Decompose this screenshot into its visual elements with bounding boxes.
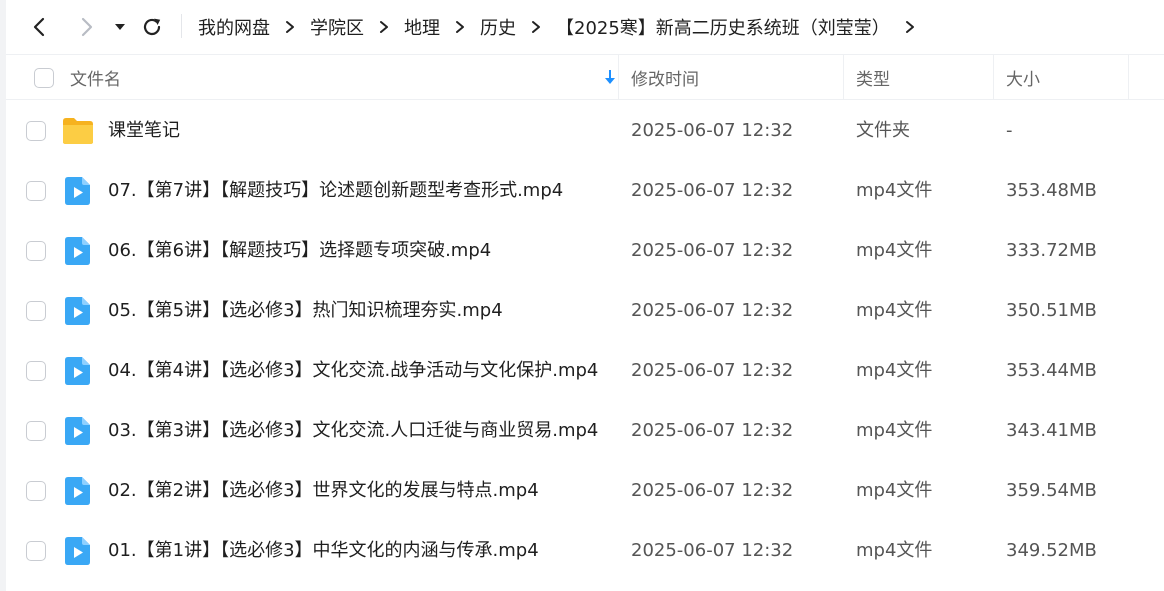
file-modified-time: 2025-06-07 12:32 (631, 240, 794, 261)
file-name[interactable]: 01.【第1讲】【选必修3】中华文化的内涵与传承.mp4 (108, 521, 539, 581)
file-name[interactable]: 06.【第6讲】【解题技巧】选择题专项突破.mp4 (108, 221, 491, 281)
select-all-checkbox[interactable] (34, 67, 54, 88)
breadcrumb-item-root[interactable]: 我的网盘 (198, 14, 270, 40)
file-name[interactable]: 05.【第5讲】【选必修3】热门知识梳理夯实.mp4 (108, 281, 503, 341)
file-modified-time: 2025-06-07 12:32 (631, 180, 794, 201)
row-checkbox[interactable] (26, 481, 46, 501)
row-checkbox[interactable] (26, 181, 46, 201)
chevron-right-icon (905, 21, 914, 33)
breadcrumb-item-geography[interactable]: 地理 (404, 14, 440, 40)
file-modified-time: 2025-06-07 12:32 (631, 120, 794, 141)
file-modified-time: 2025-06-07 12:32 (631, 360, 794, 381)
column-divider (618, 55, 619, 100)
file-name[interactable]: 02.【第2讲】【选必修3】世界文化的发展与特点.mp4 (108, 461, 539, 521)
file-size: 353.48MB (1006, 180, 1097, 201)
file-size: 359.54MB (1006, 480, 1097, 501)
breadcrumb-item-history[interactable]: 历史 (480, 14, 516, 40)
column-divider (843, 55, 844, 100)
breadcrumb-item-course[interactable]: 【2025寒】新高二历史系统班（刘莹莹） (556, 14, 890, 40)
file-modified-time: 2025-06-07 12:32 (631, 300, 794, 321)
video-file-icon (62, 357, 94, 385)
file-size: 353.44MB (1006, 360, 1097, 381)
table-row[interactable]: 06.【第6讲】【解题技巧】选择题专项突破.mp4 2025-06-07 12:… (6, 221, 1164, 281)
table-row[interactable]: 03.【第3讲】【选必修3】文化交流.人口迁徙与商业贸易.mp4 2025-06… (6, 401, 1164, 461)
file-type: mp4文件 (856, 180, 933, 201)
row-checkbox[interactable] (26, 361, 46, 381)
video-file-icon (62, 537, 94, 565)
file-size: 350.51MB (1006, 300, 1097, 321)
file-modified-time: 2025-06-07 12:32 (631, 540, 794, 561)
file-modified-time: 2025-06-07 12:32 (631, 420, 794, 441)
file-name[interactable]: 07.【第7讲】【解题技巧】论述题创新题型考查形式.mp4 (108, 161, 563, 221)
column-header-name[interactable]: 文件名 (70, 55, 618, 100)
chevron-right-icon (81, 17, 93, 37)
table-row[interactable]: 07.【第7讲】【解题技巧】论述题创新题型考查形式.mp4 2025-06-07… (6, 161, 1164, 221)
video-file-icon (62, 417, 94, 445)
table-row[interactable]: 课堂笔记 2025-06-07 12:32 文件夹 - (6, 101, 1164, 161)
file-type: mp4文件 (856, 360, 933, 381)
breadcrumb-more-button[interactable] (904, 20, 916, 34)
history-dropdown-button[interactable] (106, 11, 134, 43)
video-file-icon (62, 477, 94, 505)
chevron-right-icon (378, 20, 390, 34)
chevron-left-icon (33, 17, 45, 37)
file-size: 349.52MB (1006, 540, 1097, 561)
file-size: 333.72MB (1006, 240, 1097, 261)
folder-icon (62, 117, 94, 145)
video-file-icon (62, 237, 94, 265)
arrow-down-icon (604, 69, 616, 90)
navigation-bar: 我的网盘 学院区 地理 历史 【2025寒】新高二历史系统班（刘莹莹） (6, 0, 1164, 54)
file-type: mp4文件 (856, 480, 933, 501)
caret-down-icon (115, 24, 125, 30)
forward-button[interactable] (70, 11, 102, 43)
column-header-type[interactable]: 类型 (856, 55, 890, 100)
chevron-right-icon (284, 20, 296, 34)
file-name[interactable]: 课堂笔记 (108, 101, 180, 161)
file-type: mp4文件 (856, 420, 933, 441)
table-row[interactable]: 01.【第1讲】【选必修3】中华文化的内涵与传承.mp4 2025-06-07 … (6, 521, 1164, 581)
column-divider (1128, 55, 1129, 100)
column-header-modified-label: 修改时间 (631, 70, 699, 90)
row-checkbox[interactable] (26, 121, 46, 141)
nav-divider (181, 14, 182, 38)
column-header-size-label: 大小 (1006, 70, 1040, 90)
chevron-right-icon (454, 20, 466, 34)
back-button[interactable] (24, 11, 56, 43)
row-checkbox[interactable] (26, 241, 46, 261)
column-header-type-label: 类型 (856, 70, 890, 90)
breadcrumb-item-college[interactable]: 学院区 (310, 14, 364, 40)
file-size: - (1006, 120, 1013, 141)
column-header-modified[interactable]: 修改时间 (631, 55, 699, 100)
column-header-size[interactable]: 大小 (1006, 55, 1040, 100)
refresh-button[interactable] (136, 11, 168, 43)
column-divider (993, 55, 994, 100)
chevron-right-icon (530, 20, 542, 34)
row-checkbox[interactable] (26, 301, 46, 321)
file-type: mp4文件 (856, 300, 933, 321)
file-type: mp4文件 (856, 540, 933, 561)
select-all-checkbox-cell (34, 55, 54, 100)
file-modified-time: 2025-06-07 12:32 (631, 480, 794, 501)
table-row[interactable]: 02.【第2讲】【选必修3】世界文化的发展与特点.mp4 2025-06-07 … (6, 461, 1164, 521)
file-name[interactable]: 03.【第3讲】【选必修3】文化交流.人口迁徙与商业贸易.mp4 (108, 401, 598, 461)
file-size: 343.41MB (1006, 420, 1097, 441)
column-header-name-label: 文件名 (70, 70, 121, 90)
table-header: 文件名 修改时间 类型 大小 (6, 54, 1164, 100)
file-type: 文件夹 (856, 120, 910, 141)
row-checkbox[interactable] (26, 421, 46, 441)
breadcrumb: 我的网盘 学院区 地理 历史 【2025寒】新高二历史系统班（刘莹莹） (198, 0, 930, 54)
file-browser: 我的网盘 学院区 地理 历史 【2025寒】新高二历史系统班（刘莹莹） 文件名 … (6, 0, 1164, 591)
file-name[interactable]: 04.【第4讲】【选必修3】文化交流.战争活动与文化保护.mp4 (108, 341, 598, 401)
video-file-icon (62, 177, 94, 205)
table-row[interactable]: 04.【第4讲】【选必修3】文化交流.战争活动与文化保护.mp4 2025-06… (6, 341, 1164, 401)
file-type: mp4文件 (856, 240, 933, 261)
table-row[interactable]: 05.【第5讲】【选必修3】热门知识梳理夯实.mp4 2025-06-07 12… (6, 281, 1164, 341)
video-file-icon (62, 297, 94, 325)
row-checkbox[interactable] (26, 541, 46, 561)
refresh-icon (143, 18, 161, 36)
